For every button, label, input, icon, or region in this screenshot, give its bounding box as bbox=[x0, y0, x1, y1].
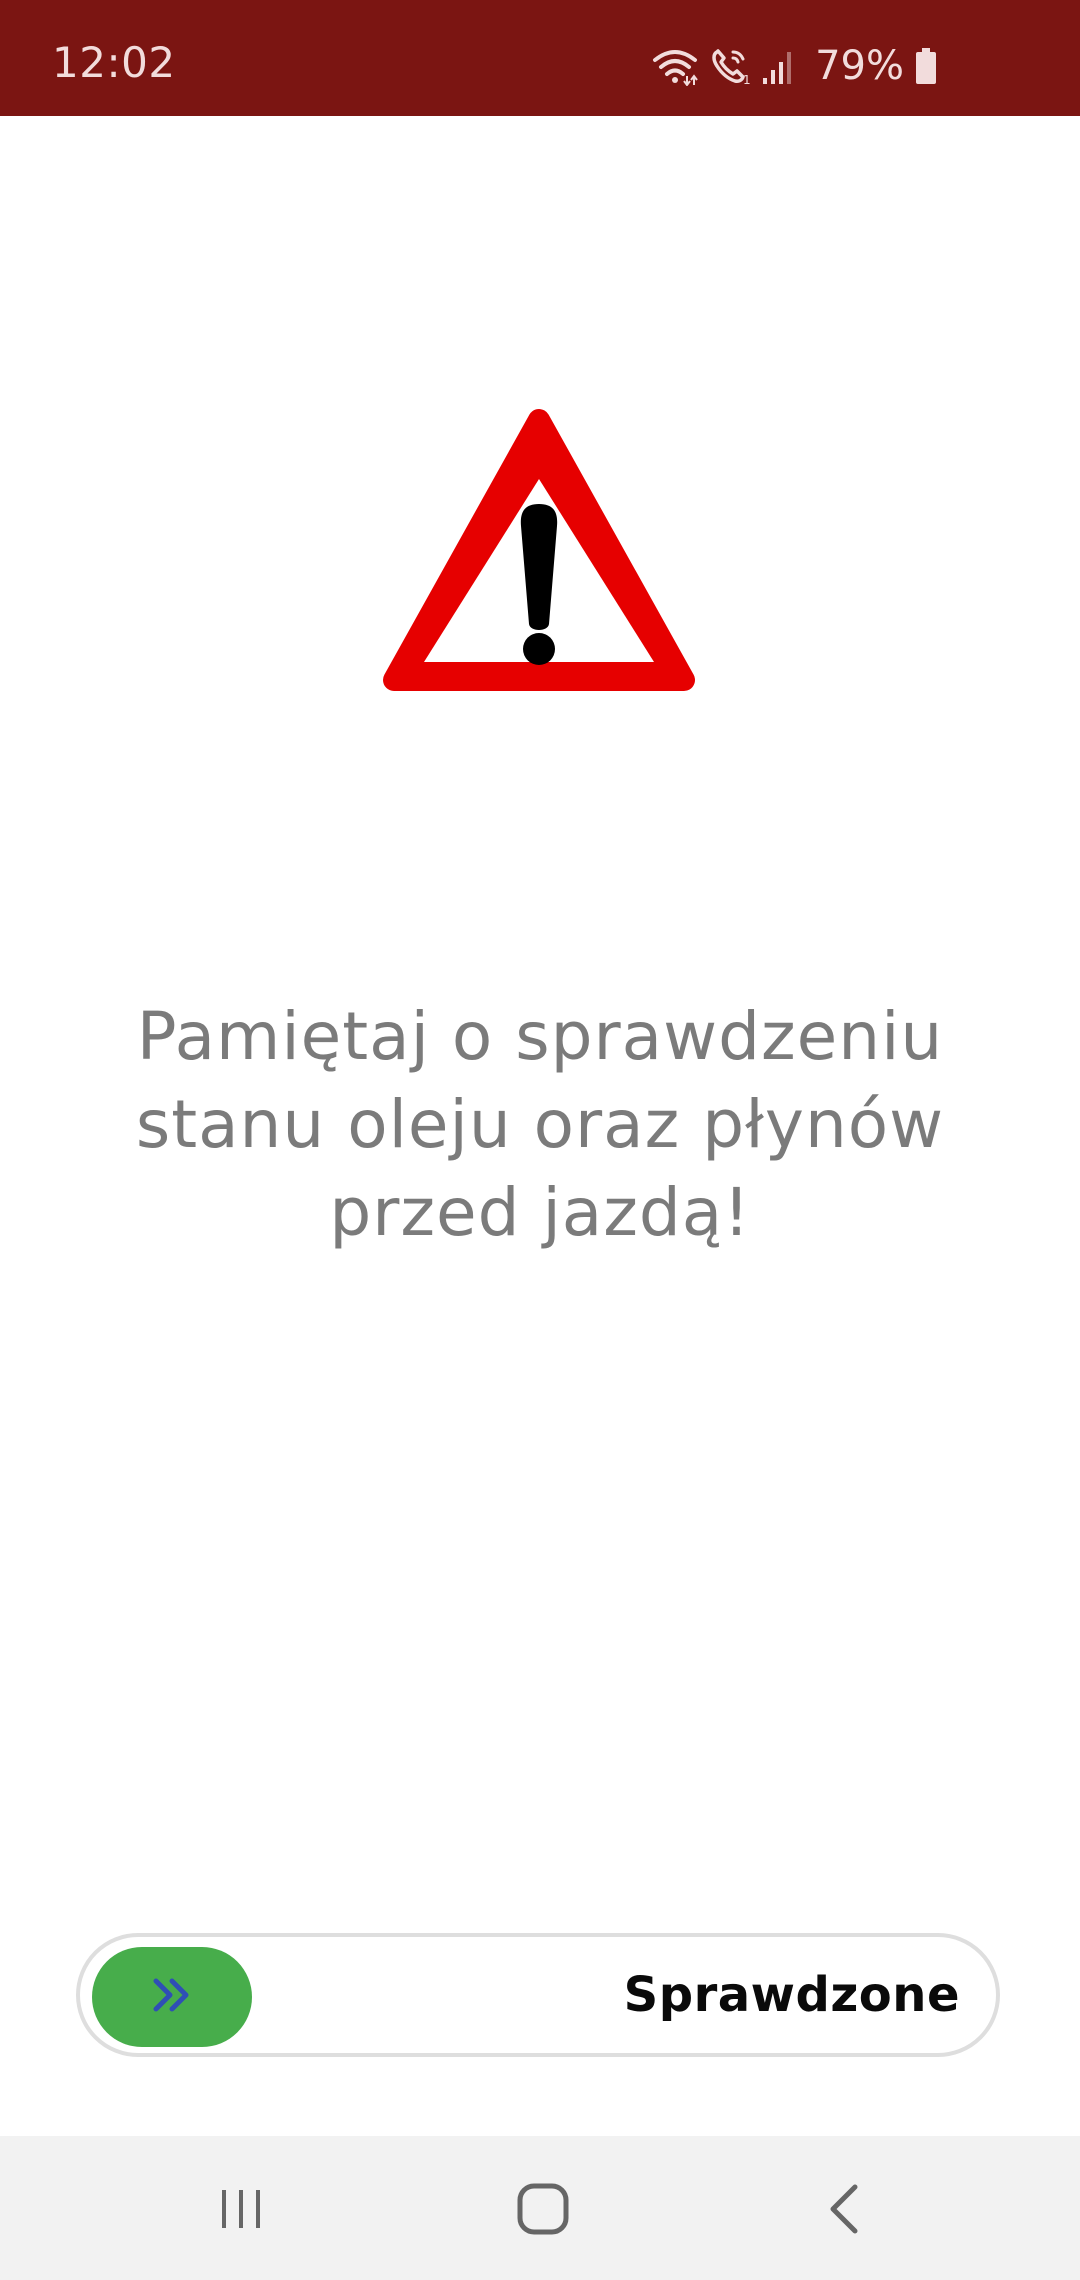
message-line-2: stanu oleju oraz płynów bbox=[135, 1086, 945, 1163]
signal-icon bbox=[761, 46, 797, 86]
message-line-1: Pamiętaj o sprawdzeniu bbox=[136, 998, 944, 1075]
back-button[interactable] bbox=[800, 2166, 890, 2256]
recent-apps-button[interactable] bbox=[196, 2166, 286, 2256]
battery-percent: 79% bbox=[815, 43, 904, 89]
home-icon bbox=[515, 2181, 571, 2241]
warning-triangle-icon bbox=[374, 404, 704, 694]
recent-apps-icon bbox=[216, 2184, 266, 2238]
svg-text:1: 1 bbox=[743, 73, 751, 86]
wifi-icon bbox=[651, 46, 699, 86]
slider-knob[interactable] bbox=[92, 1947, 252, 2047]
back-icon bbox=[823, 2181, 867, 2241]
reminder-message: Pamiętaj o sprawdzeniu stanu oleju oraz … bbox=[80, 993, 1000, 1257]
slider-label: Sprawdzone bbox=[623, 1967, 960, 2023]
status-time: 12:02 bbox=[52, 38, 176, 87]
double-chevron-right-icon bbox=[150, 1975, 194, 2019]
wifi-calling-icon: 1 bbox=[709, 46, 751, 86]
battery-icon bbox=[914, 46, 938, 86]
navigation-bar bbox=[0, 2136, 1080, 2280]
status-icons: 1 79% bbox=[651, 44, 938, 88]
home-button[interactable] bbox=[498, 2166, 588, 2256]
message-line-3: przed jazdą! bbox=[329, 1174, 751, 1251]
screen: 12:02 1 79% Pamiętaj o sprawdzeniu stanu… bbox=[0, 0, 1080, 2280]
status-bar: 12:02 1 79% bbox=[0, 0, 1080, 116]
confirm-slider[interactable]: Sprawdzone bbox=[76, 1933, 1000, 2057]
